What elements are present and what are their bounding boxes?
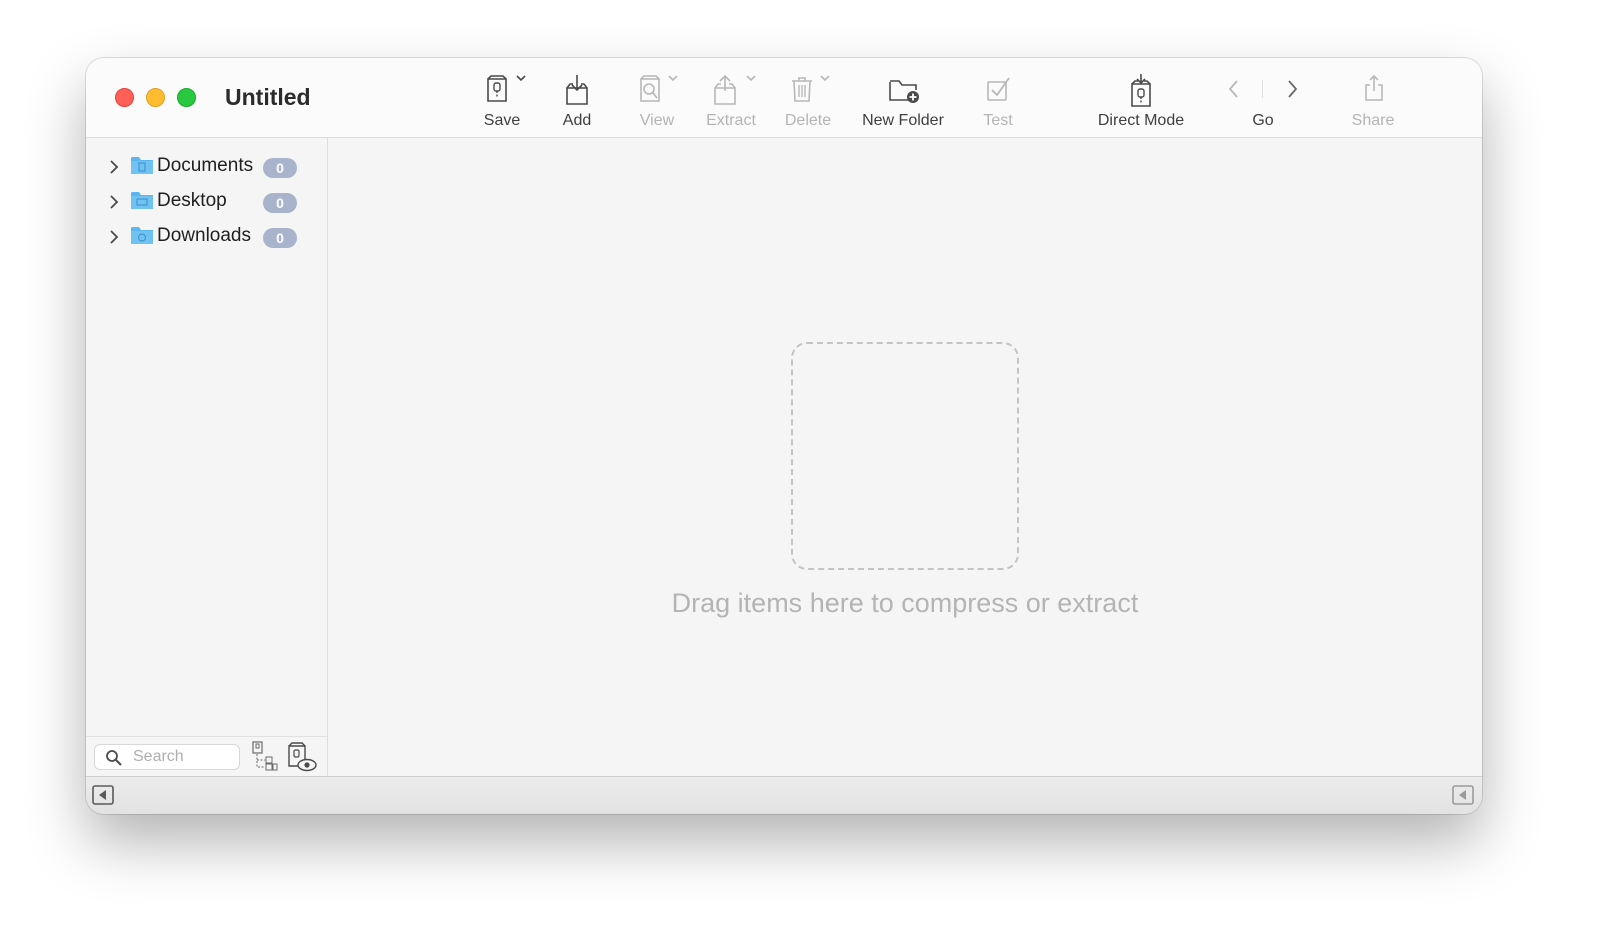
- search-icon: [106, 750, 122, 766]
- test-button[interactable]: Test: [978, 72, 1018, 134]
- toggle-sidebar-icon[interactable]: [92, 785, 114, 805]
- archive-icon: [487, 75, 507, 102]
- share-icon: [1365, 74, 1383, 101]
- chevron-down-icon: [746, 75, 756, 82]
- sidebar-footer: [86, 736, 327, 777]
- delete-label: Delete: [784, 112, 832, 129]
- count-badge: 0: [263, 193, 297, 213]
- save-button[interactable]: Save: [474, 72, 530, 134]
- direct-mode-icon: [1131, 74, 1151, 107]
- direct-mode-button[interactable]: Direct Mode: [1090, 72, 1192, 134]
- view-icon: [640, 75, 660, 102]
- toolbar: Untitled Save Add View Extract Delete Ne…: [86, 58, 1482, 138]
- drop-hint-text: Drag items here to compress or extract: [671, 588, 1139, 618]
- new-folder-button[interactable]: New Folder: [856, 72, 950, 134]
- add-label: Add: [562, 112, 592, 129]
- minimize-window-button[interactable]: [146, 88, 165, 107]
- share-label: Share: [1351, 112, 1395, 129]
- app-window: Untitled Save Add View Extract Delete Ne…: [86, 58, 1482, 814]
- test-label: Test: [983, 112, 1013, 129]
- window-title: Untitled: [225, 84, 311, 110]
- forward-icon[interactable]: [1282, 78, 1302, 100]
- direct-mode-label: Direct Mode: [1097, 112, 1185, 129]
- desktop-folder-icon: [131, 192, 153, 209]
- view-label: View: [639, 112, 675, 129]
- count-badge: 0: [263, 158, 297, 178]
- toggle-inspector-icon[interactable]: [1452, 785, 1474, 805]
- add-button[interactable]: Add: [556, 72, 598, 134]
- sidebar-item-desktop[interactable]: Desktop 0: [86, 187, 328, 217]
- new-folder-label: New Folder: [862, 112, 944, 129]
- save-label: Save: [483, 112, 521, 129]
- checkbox-icon: [987, 77, 1010, 101]
- drop-target-box[interactable]: [791, 342, 1019, 570]
- sidebar-item-label: Desktop: [157, 190, 227, 211]
- chevron-down-icon: [820, 75, 830, 82]
- trash-icon: [792, 77, 812, 102]
- documents-folder-icon: [131, 157, 153, 174]
- count-badge: 0: [263, 228, 297, 248]
- back-icon[interactable]: [1224, 78, 1244, 100]
- sidebar: Documents 0 Desktop 0 Downloads 0 Search: [86, 138, 328, 777]
- extract-icon: [714, 74, 736, 105]
- new-folder-icon: [889, 80, 919, 103]
- search-field[interactable]: [94, 744, 240, 770]
- chevron-down-icon: [668, 75, 678, 82]
- disclosure-triangle-icon[interactable]: [108, 159, 120, 175]
- sidebar-item-label: Downloads: [157, 225, 251, 246]
- disclosure-triangle-icon[interactable]: [108, 229, 120, 245]
- sidebar-item-label: Documents: [157, 155, 254, 176]
- sidebar-item-downloads[interactable]: Downloads 0: [86, 222, 328, 252]
- share-button[interactable]: Share: [1348, 72, 1398, 134]
- quick-look-icon[interactable]: [286, 741, 318, 773]
- drop-area[interactable]: Drag items here to compress or extract: [328, 138, 1482, 776]
- go-control: Go: [1220, 72, 1306, 134]
- status-bar: [86, 776, 1482, 814]
- go-label: Go: [1252, 112, 1274, 129]
- add-icon: [566, 75, 588, 105]
- sidebar-item-documents[interactable]: Documents 0: [86, 152, 328, 182]
- archive-tree-icon[interactable]: [252, 741, 278, 771]
- search-input[interactable]: [133, 747, 233, 767]
- disclosure-triangle-icon[interactable]: [108, 194, 120, 210]
- go-divider: [1262, 80, 1263, 98]
- delete-button[interactable]: Delete: [780, 72, 836, 134]
- chevron-down-icon: [516, 75, 526, 82]
- close-window-button[interactable]: [115, 88, 134, 107]
- view-button[interactable]: View: [632, 72, 682, 134]
- extract-label: Extract: [706, 112, 756, 129]
- extract-button[interactable]: Extract: [702, 72, 760, 134]
- zoom-window-button[interactable]: [177, 88, 196, 107]
- downloads-folder-icon: [131, 227, 153, 244]
